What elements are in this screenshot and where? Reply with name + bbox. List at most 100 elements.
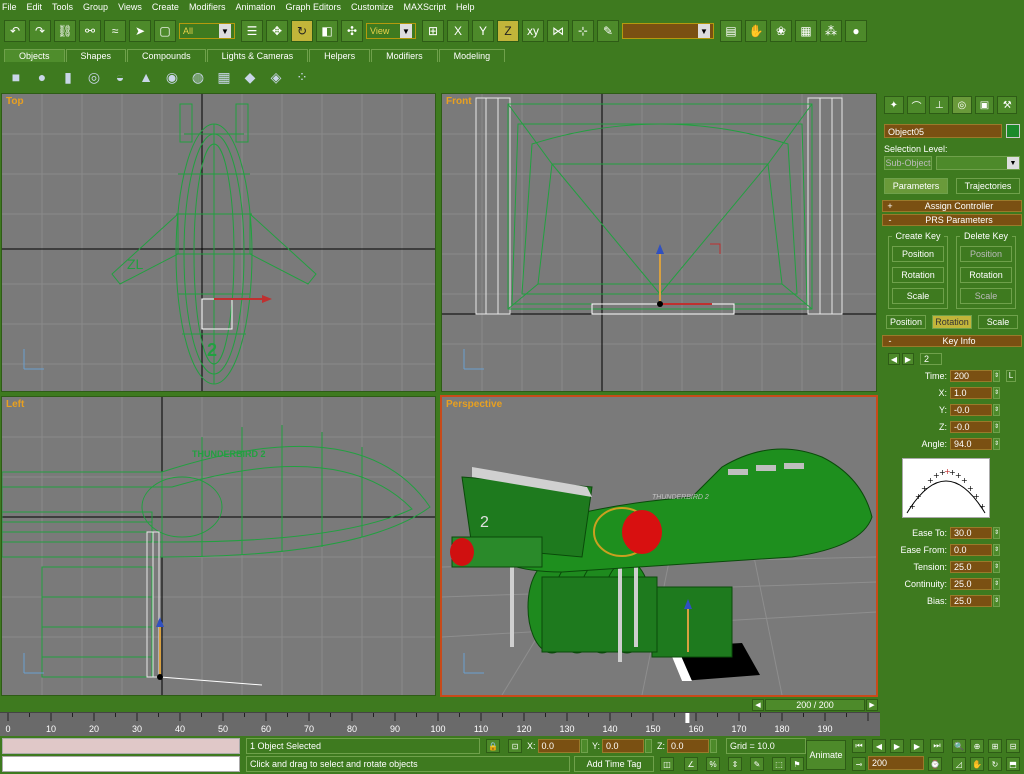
absolute-mode-icon[interactable]: ⊡ <box>508 739 522 753</box>
manipulate-icon[interactable]: ✣ <box>341 20 363 42</box>
selection-filter-dropdown[interactable]: All ▼ <box>179 23 235 39</box>
percent-snap-icon[interactable]: % <box>706 757 720 771</box>
menu-file[interactable]: File <box>2 2 17 12</box>
x-spinner[interactable]: ⇕ <box>993 386 1000 399</box>
tab-objects[interactable]: Objects <box>4 49 65 62</box>
x-coord-field[interactable]: 0.0 <box>537 739 580 753</box>
sub-object-button[interactable]: Sub-Object <box>884 156 932 170</box>
x-field[interactable]: 1.0 <box>950 386 992 399</box>
object-name-field[interactable]: Object05 <box>884 124 1002 138</box>
current-frame-field[interactable]: 200 <box>868 756 924 770</box>
scale-track-button[interactable]: Scale <box>978 315 1018 329</box>
edit-named-sel-icon[interactable]: ✎ <box>750 757 764 771</box>
zoom-icon[interactable]: 🔍 <box>952 739 966 753</box>
menu-customize[interactable]: Customize <box>351 2 394 12</box>
torus-icon[interactable]: ◎ <box>84 67 104 87</box>
spinner-snap-icon[interactable]: ⇕ <box>728 757 742 771</box>
restrict-x-icon[interactable]: X <box>447 20 469 42</box>
cylinder-icon[interactable]: ▮ <box>58 67 78 87</box>
x-coord-spinner[interactable] <box>580 739 588 753</box>
material-editor-icon[interactable]: ❀ <box>770 20 792 42</box>
y-coord-spinner[interactable] <box>645 739 653 753</box>
tab-lights-cameras[interactable]: Lights & Cameras <box>206 49 309 62</box>
y-coord-field[interactable]: 0.0 <box>602 739 645 753</box>
track-bar[interactable]: 0 10 20 30 40 50 60 70 80 90 100 110 120 130 140 150 160… <box>0 712 880 736</box>
viewport-left[interactable]: THUNDERBIRD 2 Left <box>1 396 436 696</box>
maxscript-input-mini[interactable] <box>2 756 240 772</box>
select-rotate-icon[interactable]: ↻ <box>291 20 313 42</box>
time-spinner[interactable]: ⇕ <box>993 369 1000 382</box>
select-arrow-icon[interactable]: ➤ <box>129 20 151 42</box>
tension-field[interactable]: 25.0 <box>950 560 992 573</box>
tension-spinner[interactable]: ⇕ <box>993 560 1000 573</box>
previous-frame-icon[interactable]: ◀ <box>872 739 886 753</box>
menu-help[interactable]: Help <box>456 2 475 12</box>
viewport-perspective[interactable]: THUNDERBIRD 2 2 Perspective <box>440 395 878 697</box>
z-spinner[interactable]: ⇕ <box>993 420 1000 433</box>
motion-panel-icon[interactable]: ◎ <box>952 96 972 114</box>
time-field[interactable]: 200 <box>950 369 992 382</box>
tab-compounds[interactable]: Compounds <box>127 49 206 62</box>
layer-manager-icon[interactable]: ▤ <box>720 20 742 42</box>
ease-from-spinner[interactable]: ⇕ <box>993 543 1000 556</box>
render-last-icon[interactable]: ● <box>845 20 867 42</box>
named-selection-dropdown[interactable]: ▼ <box>622 23 714 39</box>
tube-icon[interactable]: ◍ <box>188 67 208 87</box>
viewport-left-label[interactable]: Left <box>6 399 24 410</box>
menu-create[interactable]: Create <box>152 2 179 12</box>
tab-shapes[interactable]: Shapes <box>65 49 127 62</box>
pyramid-icon[interactable]: ◆ <box>240 67 260 87</box>
tab-helpers[interactable]: Helpers <box>309 49 371 62</box>
link-icon[interactable]: ⛓ <box>54 20 76 42</box>
delete-position-key-button[interactable]: Position <box>960 246 1012 262</box>
create-rotation-key-button[interactable]: Rotation <box>892 267 944 283</box>
modify-panel-icon[interactable]: ⌒ <box>906 96 927 114</box>
lock-key-button[interactable]: L <box>1006 369 1016 382</box>
ease-from-field[interactable]: 0.0 <box>950 543 992 556</box>
angle-spinner[interactable]: ⇕ <box>993 437 1000 450</box>
grid-icon[interactable]: ▦ <box>214 67 234 87</box>
sphere-icon[interactable]: ● <box>32 67 52 87</box>
undo-icon[interactable]: ↶ <box>4 20 26 42</box>
viewport-front[interactable]: Front <box>441 93 877 392</box>
display-panel-icon[interactable]: ▣ <box>974 96 995 114</box>
ease-to-field[interactable]: 30.0 <box>950 526 992 539</box>
quick-render-icon[interactable]: ⁂ <box>820 20 842 42</box>
select-scale-icon[interactable]: ◧ <box>316 20 338 42</box>
angle-field[interactable]: 94.0 <box>950 437 992 450</box>
viewport-top[interactable]: ZL 2 Top <box>1 93 436 392</box>
zoom-extents-all-icon[interactable]: ⊟ <box>1006 739 1020 753</box>
restrict-z-icon[interactable]: Z <box>497 20 519 42</box>
y-field[interactable]: -0.0 <box>950 403 992 416</box>
y-spinner[interactable]: ⇕ <box>993 403 1000 416</box>
object-color-swatch[interactable] <box>1006 124 1020 138</box>
prs-parameters-rollout[interactable]: - PRS Parameters <box>882 214 1022 226</box>
create-scale-key-button[interactable]: Scale <box>892 288 944 304</box>
viewport-perspective-label[interactable]: Perspective <box>446 399 502 410</box>
menu-modifiers[interactable]: Modifiers <box>189 2 226 12</box>
bind-spacewarp-icon[interactable]: ≈ <box>104 20 126 42</box>
unlink-icon[interactable]: ⚯ <box>79 20 101 42</box>
delete-scale-key-button[interactable]: Scale <box>960 288 1012 304</box>
bias-field[interactable]: 25.0 <box>950 594 992 607</box>
menu-graph-editors[interactable]: Graph Editors <box>285 2 341 12</box>
delete-rotation-key-button[interactable]: Rotation <box>960 267 1012 283</box>
rotation-track-button[interactable]: Rotation <box>932 315 972 329</box>
key-mode-icon[interactable]: ⊸ <box>852 757 866 771</box>
lock-selection-icon[interactable]: 🔒 <box>486 739 500 753</box>
field-of-view-icon[interactable]: ◿ <box>952 757 966 771</box>
window-crossing-icon[interactable]: ⬚ <box>772 757 786 771</box>
select-region-icon[interactable]: ▢ <box>154 20 176 42</box>
menu-group[interactable]: Group <box>83 2 108 12</box>
assign-controller-rollout[interactable]: + Assign Controller <box>882 200 1022 212</box>
angle-snap-icon[interactable]: ∠ <box>684 757 698 771</box>
go-to-end-icon[interactable]: ⏭ <box>930 739 944 753</box>
snap-3d-icon[interactable]: ◫ <box>660 757 674 771</box>
align-icon[interactable]: ⊹ <box>572 20 594 42</box>
snap-icon[interactable]: ✎ <box>597 20 619 42</box>
create-panel-icon[interactable]: ✦ <box>884 96 904 114</box>
utilities-panel-icon[interactable]: ⚒ <box>997 96 1018 114</box>
maxscript-listener-mini[interactable] <box>2 738 240 754</box>
reference-coord-dropdown[interactable]: View ▼ <box>366 23 416 39</box>
slider-next-icon[interactable]: ▶ <box>866 699 878 711</box>
